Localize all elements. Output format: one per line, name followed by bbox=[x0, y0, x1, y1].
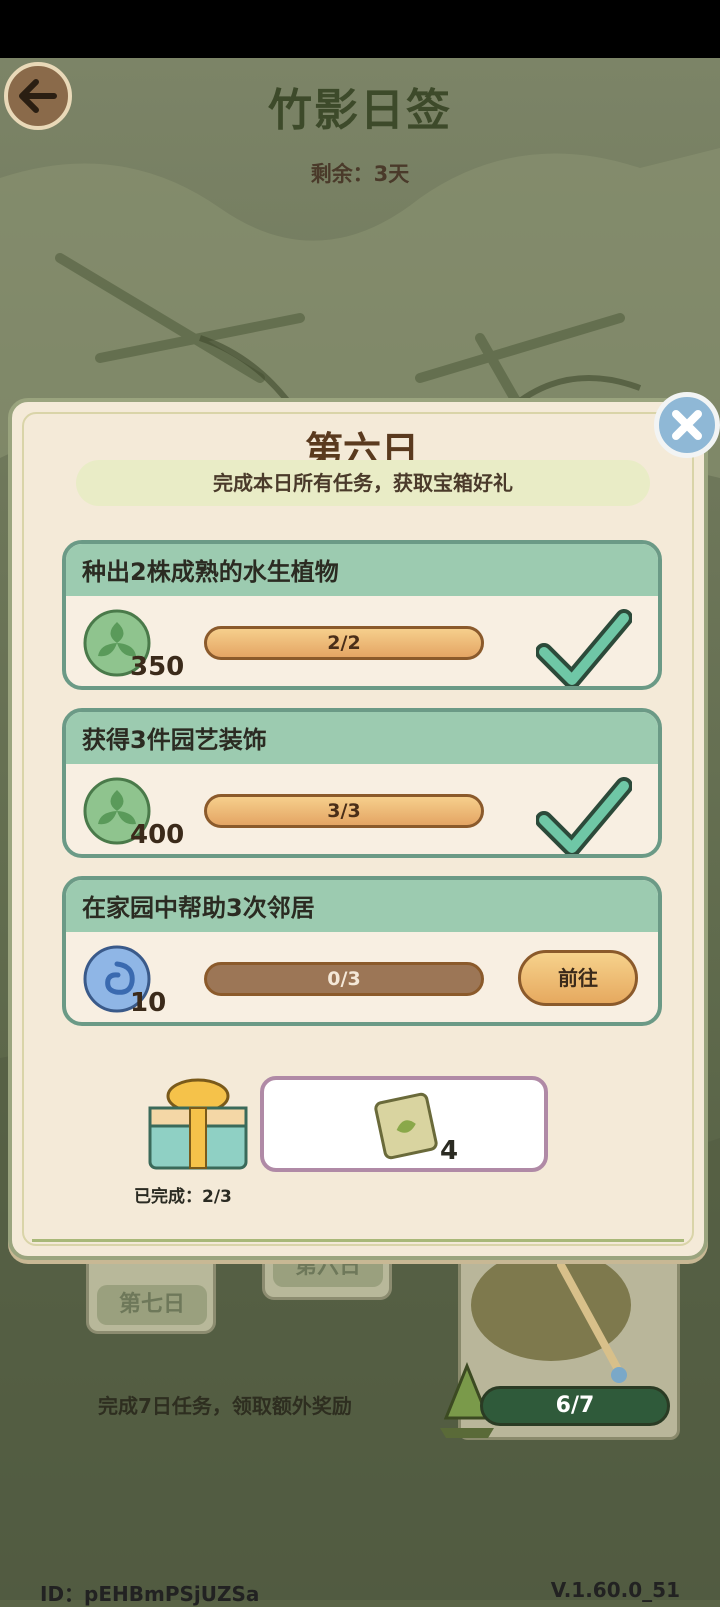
page-title: 竹影日签 bbox=[268, 85, 452, 136]
checkmark-icon bbox=[536, 777, 632, 854]
task-title: 在家园中帮助3次邻居 bbox=[66, 880, 658, 932]
day-task-dialog: 第六日 完成本日所有任务，获取宝箱好礼 种出2株成熟的水生植物 350 2/2 … bbox=[8, 398, 708, 1260]
app-version: V.1.60.0_51 bbox=[550, 1578, 680, 1602]
task-card: 在家园中帮助3次邻居 10 0/3 前往 bbox=[62, 876, 662, 1026]
week-progress-bar: 6/7 bbox=[480, 1386, 670, 1426]
task-title: 种出2株成熟的水生植物 bbox=[66, 544, 658, 596]
task-card: 种出2株成熟的水生植物 350 2/2 bbox=[62, 540, 662, 690]
chest-reward-box: 4 bbox=[260, 1076, 548, 1172]
gift-box-icon[interactable] bbox=[142, 1074, 254, 1174]
progress-text: 2/2 bbox=[327, 632, 361, 654]
go-button[interactable]: 前往 bbox=[518, 950, 638, 1006]
user-id: ID：pEHBmPSjUZSa bbox=[40, 1582, 260, 1606]
status-bar bbox=[0, 0, 720, 58]
dialog-bottom-divider bbox=[32, 1239, 684, 1242]
day-card-label: 第七日 bbox=[97, 1285, 207, 1325]
close-button[interactable] bbox=[654, 392, 720, 458]
reward-amount: 10 bbox=[130, 988, 167, 1018]
reward-amount: 400 bbox=[130, 820, 185, 850]
chest-completed-label: 已完成：2/3 bbox=[134, 1187, 232, 1207]
checkmark-icon bbox=[536, 609, 632, 686]
task-progress-bar: 2/2 bbox=[204, 626, 484, 660]
reward-amount: 350 bbox=[130, 652, 185, 682]
close-icon bbox=[672, 410, 702, 440]
task-title: 获得3件园艺装饰 bbox=[66, 712, 658, 764]
dialog-subtitle: 完成本日所有任务，获取宝箱好礼 bbox=[76, 460, 650, 506]
progress-text: 0/3 bbox=[327, 968, 361, 990]
task-card: 获得3件园艺装饰 400 3/3 bbox=[62, 708, 662, 858]
extra-reward-text: 完成7日任务，领取额外奖励 bbox=[98, 1394, 352, 1418]
chest-reward-amount: 4 bbox=[440, 1136, 459, 1166]
progress-text: 3/3 bbox=[327, 800, 361, 822]
task-progress-bar: 0/3 bbox=[204, 962, 484, 996]
task-progress-bar: 3/3 bbox=[204, 794, 484, 828]
seed-packet-icon bbox=[374, 1092, 438, 1160]
remaining-days: 剩余：3天 bbox=[310, 162, 410, 186]
